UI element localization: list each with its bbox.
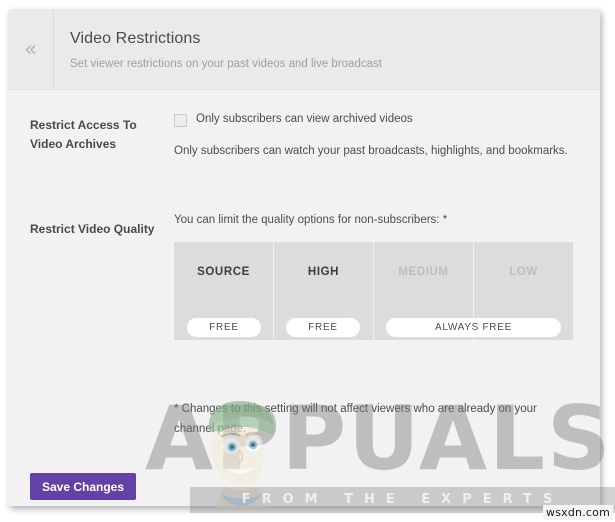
quality-header-low: LOW	[509, 266, 538, 278]
quality-pill-source-free[interactable]: FREE	[187, 318, 261, 337]
archives-content: Only subscribers can view archived video…	[174, 112, 584, 159]
quality-pill-layer: FREE FREE ALWAYS FREE	[174, 318, 574, 338]
panel-header: « Video Restrictions Set viewer restrict…	[8, 9, 600, 90]
quality-intro-text: You can limit the quality options for no…	[174, 214, 448, 226]
archives-checkbox-row: Only subscribers can view archived video…	[174, 112, 584, 127]
watermark-site-label: wsxdn.com	[543, 505, 613, 520]
only-subscribers-archived-label: Only subscribers can view archived video…	[196, 113, 413, 125]
quality-pill-always-free[interactable]: ALWAYS FREE	[386, 318, 561, 337]
chevron-double-left-icon: «	[24, 36, 37, 61]
page-subtitle: Set viewer restrictions on your past vid…	[70, 58, 382, 70]
quality-pill-high-free[interactable]: FREE	[286, 318, 360, 337]
archives-help-text: Only subscribers can watch your past bro…	[174, 145, 568, 157]
quality-header-high: HIGH	[307, 266, 340, 278]
page-title: Video Restrictions	[70, 30, 201, 47]
section-label-archives: Restrict Access To Video Archives	[30, 118, 137, 151]
video-restrictions-panel: « Video Restrictions Set viewer restrict…	[8, 9, 600, 506]
only-subscribers-archived-checkbox[interactable]	[174, 114, 187, 127]
quality-header-medium: MEDIUM	[398, 266, 449, 278]
app-root: « Video Restrictions Set viewer restrict…	[0, 0, 615, 522]
quality-footnote: * Changes to this setting will not affec…	[174, 403, 537, 435]
quality-content: You can limit the quality options for no…	[174, 213, 584, 340]
header-text-block: Video Restrictions Set viewer restrictio…	[70, 29, 580, 72]
section-restrict-access-archives: Restrict Access To Video Archives Only s…	[8, 90, 600, 182]
section-restrict-video-quality: Restrict Video Quality You can limit the…	[8, 181, 600, 454]
section-label-quality: Restrict Video Quality	[30, 222, 155, 236]
quality-header-source: SOURCE	[197, 266, 250, 278]
quality-options-table: SOURCE HIGH MEDIUM LOW FREE FREE ALWAYS	[174, 242, 574, 340]
save-changes-button[interactable]: Save Changes	[30, 473, 136, 500]
collapse-sidebar-button[interactable]: «	[8, 9, 54, 89]
panel-footer: Save Changes	[8, 453, 600, 506]
